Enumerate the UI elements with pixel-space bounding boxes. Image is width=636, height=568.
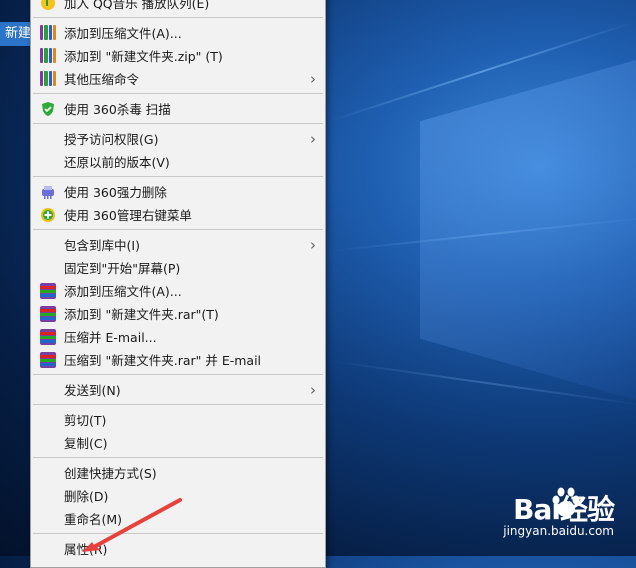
annotation-arrow	[82, 498, 182, 552]
baidu-paw-icon	[552, 487, 580, 517]
watermark-url: jingyan.baidu.com	[503, 524, 614, 538]
baidu-watermark: Bai经验 jingyan.baidu.com	[503, 487, 615, 538]
